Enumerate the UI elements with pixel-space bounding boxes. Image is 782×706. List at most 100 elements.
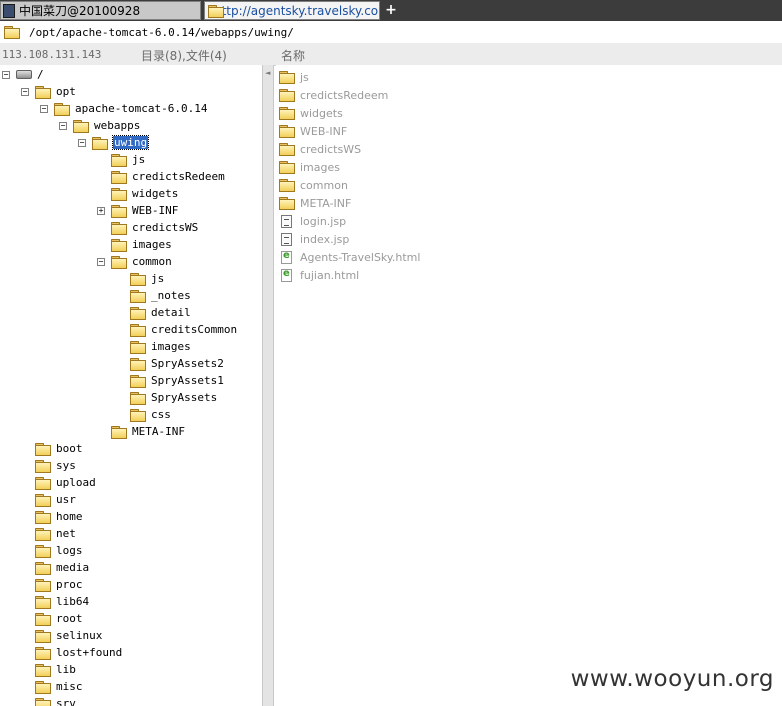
tree-node[interactable]: credictsRedeem <box>97 168 225 185</box>
collapse-toggle-icon[interactable]: − <box>97 257 105 266</box>
tree-node[interactable]: lost+found <box>21 644 122 661</box>
name-column-header[interactable]: 名称 <box>281 47 305 64</box>
address-path[interactable]: /opt/apache-tomcat-6.0.14/webapps/uwing/ <box>29 26 294 39</box>
tree-node[interactable]: boot <box>21 440 83 457</box>
tree-node-label[interactable]: misc <box>56 680 83 693</box>
tree-node[interactable]: images <box>116 338 191 355</box>
file-row[interactable]: META-INF <box>279 194 351 212</box>
tree-node[interactable]: widgets <box>97 185 178 202</box>
file-name[interactable]: index.jsp <box>300 233 349 246</box>
tree-node-label[interactable]: root <box>56 612 83 625</box>
tree-node-label[interactable]: apache-tomcat-6.0.14 <box>75 102 207 115</box>
tree-node-label[interactable]: net <box>56 527 76 540</box>
tree-node-label[interactable]: selinux <box>56 629 102 642</box>
tree-node[interactable]: − common <box>97 253 172 270</box>
tree-node[interactable]: net <box>21 525 76 542</box>
tree-node[interactable]: images <box>97 236 172 253</box>
tree-node[interactable]: srv <box>21 695 76 706</box>
tree-node-label[interactable]: sys <box>56 459 76 472</box>
file-row[interactable]: Agents-TravelSky.html <box>279 248 420 266</box>
tree-node-label[interactable]: css <box>151 408 171 421</box>
tree-node[interactable]: credictsWS <box>97 219 198 236</box>
tree-node-label[interactable]: creditsCommon <box>151 323 237 336</box>
tree-node[interactable]: − opt <box>21 83 76 100</box>
tree-node-label[interactable]: SpryAssets1 <box>151 374 224 387</box>
file-name[interactable]: META-INF <box>300 197 351 210</box>
new-tab-button[interactable]: + <box>384 2 398 18</box>
tree-node[interactable]: lib <box>21 661 76 678</box>
file-name[interactable]: WEB-INF <box>300 125 347 138</box>
tab-url[interactable]: http://agentsky.travelsky.com... <box>204 1 380 20</box>
tree-node-label[interactable]: SpryAssets <box>151 391 217 404</box>
file-name[interactable]: Agents-TravelSky.html <box>300 251 420 264</box>
file-name[interactable]: common <box>300 179 348 192</box>
address-bar[interactable]: /opt/apache-tomcat-6.0.14/webapps/uwing/ <box>0 21 782 44</box>
tree-node[interactable]: + WEB-INF <box>97 202 178 219</box>
tree-node[interactable]: lib64 <box>21 593 89 610</box>
collapse-arrow-icon[interactable]: ◄ <box>265 69 270 77</box>
tree-node[interactable]: usr <box>21 491 76 508</box>
tree-node-label[interactable]: srv <box>56 697 76 706</box>
tree-node[interactable]: SpryAssets <box>116 389 217 406</box>
tree-node[interactable]: − webapps <box>59 117 140 134</box>
tree-node[interactable]: creditsCommon <box>116 321 237 338</box>
tab-chopper[interactable]: 中国菜刀@20100928 <box>0 1 201 20</box>
tree-node[interactable]: proc <box>21 576 83 593</box>
file-row[interactable]: credictsWS <box>279 140 361 158</box>
tree-node-label[interactable]: opt <box>56 85 76 98</box>
tree-node[interactable]: META-INF <box>97 423 185 440</box>
tree-node[interactable]: sys <box>21 457 76 474</box>
file-name[interactable]: images <box>300 161 340 174</box>
tree-node[interactable]: root <box>21 610 83 627</box>
tree-node-label[interactable]: uwing <box>111 135 150 150</box>
tree-node-label[interactable]: _notes <box>151 289 191 302</box>
tree-node-label[interactable]: credictsRedeem <box>132 170 225 183</box>
file-row[interactable]: fujian.html <box>279 266 359 284</box>
tree-node[interactable]: detail <box>116 304 191 321</box>
tree-node-label[interactable]: widgets <box>132 187 178 200</box>
tree-node[interactable]: misc <box>21 678 83 695</box>
directory-tree[interactable]: − / − opt − apache-tomcat-6.0.14− webapps − uw… <box>0 65 262 706</box>
file-name[interactable]: js <box>300 71 309 84</box>
tree-node-label[interactable]: common <box>132 255 172 268</box>
tree-node-label[interactable]: WEB-INF <box>132 204 178 217</box>
file-name[interactable]: fujian.html <box>300 269 359 282</box>
file-name[interactable]: widgets <box>300 107 343 120</box>
tree-node-label[interactable]: js <box>151 272 164 285</box>
tree-node[interactable]: logs <box>21 542 83 559</box>
file-row[interactable]: WEB-INF <box>279 122 347 140</box>
tree-node-label[interactable]: SpryAssets2 <box>151 357 224 370</box>
tree-node-label[interactable]: images <box>132 238 172 251</box>
file-name[interactable]: login.jsp <box>300 215 346 228</box>
collapse-toggle-icon[interactable]: − <box>2 70 10 79</box>
file-row[interactable]: common <box>279 176 348 194</box>
file-row[interactable]: widgets <box>279 104 343 122</box>
tree-node-label[interactable]: webapps <box>94 119 140 132</box>
tree-node-label[interactable]: js <box>132 153 145 166</box>
tree-node-root[interactable]: − / <box>2 66 44 83</box>
tree-node-label[interactable]: logs <box>56 544 83 557</box>
file-name[interactable]: credictsRedeem <box>300 89 388 102</box>
tree-node-label[interactable]: / <box>37 68 44 81</box>
file-list[interactable]: js credictsRedeem widgets WEB-INF credictsWS… <box>276 65 782 706</box>
collapse-toggle-icon[interactable]: − <box>59 121 67 130</box>
file-name[interactable]: credictsWS <box>300 143 361 156</box>
tree-node-label[interactable]: META-INF <box>132 425 185 438</box>
tree-node-label[interactable]: lib64 <box>56 595 89 608</box>
tree-node[interactable]: css <box>116 406 171 423</box>
tree-node-label[interactable]: upload <box>56 476 96 489</box>
tree-node-label[interactable]: media <box>56 561 89 574</box>
panel-splitter[interactable]: ◄ <box>262 65 274 706</box>
tree-node[interactable]: selinux <box>21 627 102 644</box>
tree-node-label[interactable]: lost+found <box>56 646 122 659</box>
tree-node[interactable]: − uwing <box>78 134 150 151</box>
tree-node[interactable]: SpryAssets2 <box>116 355 224 372</box>
tree-node-label[interactable]: images <box>151 340 191 353</box>
file-row[interactable]: credictsRedeem <box>279 86 388 104</box>
file-row[interactable]: login.jsp <box>279 212 346 230</box>
tree-node[interactable]: − apache-tomcat-6.0.14 <box>40 100 207 117</box>
tree-node-label[interactable]: boot <box>56 442 83 455</box>
tree-node-label[interactable]: lib <box>56 663 76 676</box>
tree-node-label[interactable]: detail <box>151 306 191 319</box>
tree-node[interactable]: _notes <box>116 287 191 304</box>
